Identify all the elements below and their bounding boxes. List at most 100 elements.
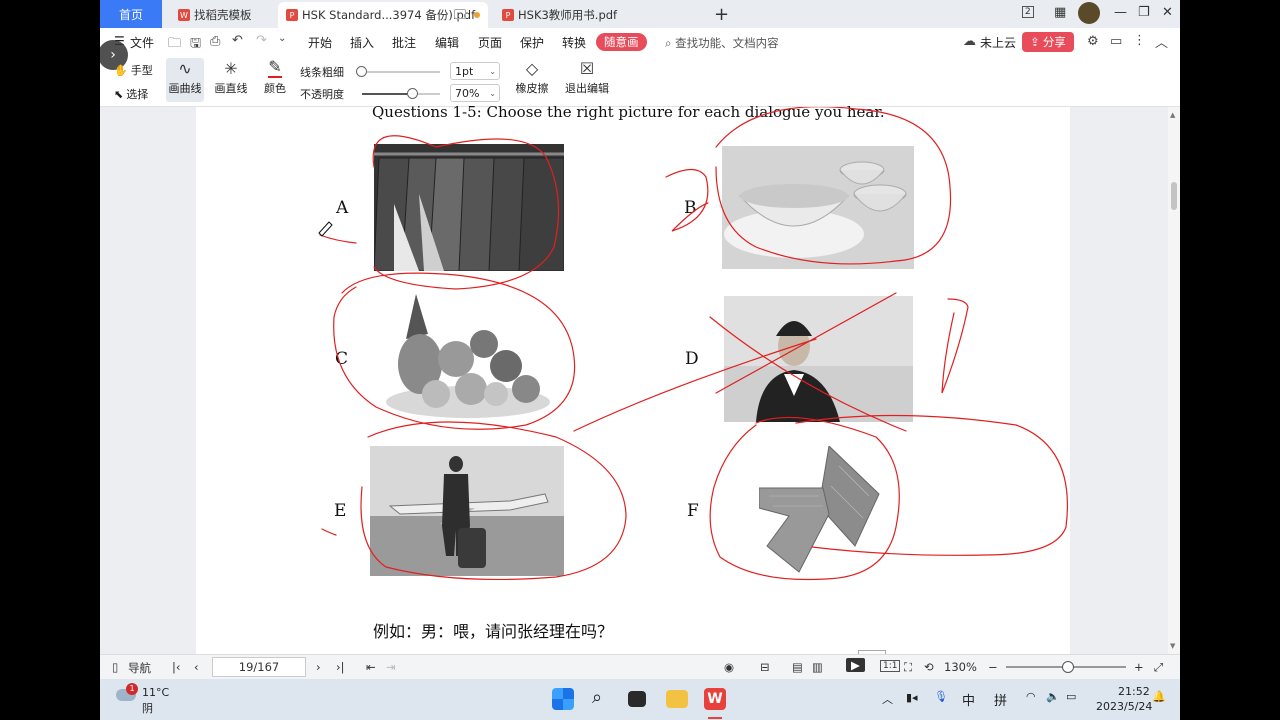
menu-insert[interactable]: 插入: [350, 34, 374, 51]
nav-label[interactable]: 导航: [128, 660, 151, 676]
tab-hsk3-teacher[interactable]: P HSK3教师用书.pdf: [494, 2, 704, 28]
draw-curve-tool[interactable]: ∿ 画曲线: [166, 58, 204, 102]
vertical-scrollbar[interactable]: ▲ ▼: [1168, 107, 1180, 654]
page-number-input[interactable]: 19/167: [212, 657, 306, 677]
open-folder-icon[interactable]: 🗀: [168, 34, 181, 56]
redo-icon[interactable]: ↷: [256, 33, 267, 48]
menu-annotate[interactable]: 批注: [392, 34, 416, 51]
more-chevron-icon[interactable]: ⌄: [278, 33, 286, 44]
pdf-page: Questions 1-5: Choose the right picture …: [196, 103, 1070, 655]
docer-icon: W: [178, 9, 190, 21]
file-explorer-icon[interactable]: [666, 690, 688, 708]
scroll-down-icon[interactable]: ▼: [1170, 642, 1175, 650]
fullscreen-icon[interactable]: ⤢: [1154, 660, 1163, 675]
prev-page-icon[interactable]: ‹: [194, 660, 199, 674]
volume-icon[interactable]: 🔈: [1046, 690, 1060, 703]
search-icon[interactable]: ⌕: [592, 687, 602, 708]
menu-file[interactable]: 文件: [130, 34, 154, 51]
menu-start[interactable]: 开始: [308, 34, 332, 51]
close-icon[interactable]: ✕: [1162, 5, 1173, 20]
zoom-in-icon[interactable]: +: [1134, 660, 1144, 674]
battery-icon[interactable]: ▭: [1066, 690, 1076, 703]
menu-page[interactable]: 页面: [478, 34, 502, 51]
screen-icon: [454, 9, 466, 19]
zoom-out-icon[interactable]: −: [988, 660, 998, 674]
collapse-ribbon-icon[interactable]: ︿: [1155, 32, 1168, 51]
print-icon[interactable]: ⎙: [210, 34, 220, 49]
ime-chinese[interactable]: 中: [962, 690, 975, 709]
new-tab-icon[interactable]: +: [714, 4, 729, 25]
thickness-slider[interactable]: [362, 71, 440, 73]
menu-convert[interactable]: 转换: [562, 34, 586, 51]
notification-bell-icon[interactable]: 🔔: [1152, 690, 1166, 703]
ime-pinyin[interactable]: 拼: [994, 690, 1007, 709]
scroll-up-icon[interactable]: ▲: [1170, 111, 1175, 119]
tab-template[interactable]: W 找稻壳模板: [170, 2, 274, 28]
tab-home[interactable]: 首页: [100, 0, 162, 28]
weather-desc[interactable]: 阴: [142, 700, 153, 716]
window-count-badge[interactable]: 2: [1022, 6, 1034, 18]
task-view-icon[interactable]: [628, 691, 646, 707]
clock-date[interactable]: 2023/5/24: [1096, 700, 1152, 713]
save-icon[interactable]: 🖫: [190, 34, 201, 56]
zoom-knob[interactable]: [1062, 661, 1074, 673]
fit-width-icon[interactable]: ⊟: [760, 660, 770, 674]
undo-icon[interactable]: ↶: [232, 33, 243, 48]
opacity-knob[interactable]: [407, 88, 418, 99]
play-icon[interactable]: ▶: [846, 658, 865, 672]
thickness-field[interactable]: 1pt ⌄: [450, 62, 500, 80]
minimize-icon[interactable]: —: [1114, 5, 1127, 20]
select-tool[interactable]: ⬉ 选择: [114, 86, 148, 102]
next-page-icon[interactable]: ›: [316, 660, 321, 674]
grid-icon[interactable]: ▦: [1054, 5, 1066, 20]
color-picker[interactable]: ✎ 颜色: [260, 58, 290, 102]
comment-icon[interactable]: ▭: [1110, 34, 1122, 49]
menu-freehand[interactable]: 随意画: [596, 33, 647, 51]
eraser-tool[interactable]: ◇ 橡皮擦: [510, 58, 554, 102]
forward-icon[interactable]: ⇥: [386, 660, 396, 674]
thickness-knob[interactable]: [356, 66, 367, 77]
eraser-label: 橡皮擦: [515, 82, 549, 95]
tab-hsk-standard[interactable]: P HSK Standard...3974 备份).pdf: [278, 2, 488, 28]
share-button[interactable]: ⇪ 分享: [1022, 32, 1074, 52]
cloud-icon: ☁: [963, 34, 976, 49]
windows-start-icon[interactable]: [552, 688, 574, 710]
microphone-icon[interactable]: 🎙: [934, 690, 948, 703]
pen-color-icon: ✎: [268, 57, 282, 78]
back-icon[interactable]: ⇤: [366, 660, 376, 674]
menu-edit[interactable]: 编辑: [435, 34, 459, 51]
opacity-slider[interactable]: [362, 93, 440, 95]
opacity-field[interactable]: 70% ⌄: [450, 84, 500, 102]
restore-icon[interactable]: ❐: [1138, 5, 1150, 20]
wifi-icon[interactable]: ◠: [1026, 690, 1036, 703]
clock-time[interactable]: 21:52: [1118, 685, 1150, 698]
weather-temp[interactable]: 11°C: [142, 686, 169, 699]
draw-line-tool[interactable]: ✳ 画直线: [212, 58, 250, 102]
avatar[interactable]: [1078, 2, 1100, 24]
cloud-status[interactable]: 未上云: [980, 34, 1016, 51]
menu-protect[interactable]: 保护: [520, 34, 544, 51]
hand-tool[interactable]: ✋ 手型: [114, 62, 153, 78]
picture-dessert-bowls: [722, 146, 914, 269]
option-letter-e: E: [334, 501, 347, 521]
draw-line-label: 画直线: [214, 82, 248, 95]
rotate-icon[interactable]: ⟲: [924, 660, 934, 674]
single-page-icon[interactable]: ▤: [792, 660, 803, 674]
two-page-icon[interactable]: ▥: [812, 660, 823, 674]
first-page-icon[interactable]: |‹: [172, 660, 180, 674]
wps-office-icon[interactable]: W: [704, 688, 726, 710]
actual-size-icon[interactable]: 1:1: [880, 660, 901, 672]
more-icon[interactable]: ⋮: [1133, 33, 1146, 48]
nav-pane-icon[interactable]: ▯: [112, 660, 118, 674]
settings-icon[interactable]: ⚙: [1087, 34, 1099, 49]
command-search[interactable]: ⌕ 查找功能、文档内容: [665, 35, 779, 51]
document-viewport[interactable]: Questions 1-5: Choose the right picture …: [100, 103, 1180, 655]
zoom-value[interactable]: 130%: [944, 660, 977, 674]
fit-page-icon[interactable]: ⛶: [904, 660, 912, 675]
tray-chevron-icon[interactable]: ︿: [882, 691, 893, 707]
eye-protect-icon[interactable]: ◉: [724, 660, 734, 674]
last-page-icon[interactable]: ›|: [336, 660, 344, 674]
scroll-thumb[interactable]: [1171, 182, 1177, 210]
tray-app-icon[interactable]: ▮◂: [906, 691, 918, 704]
exit-edit-button[interactable]: ☒ 退出编辑: [564, 58, 610, 102]
